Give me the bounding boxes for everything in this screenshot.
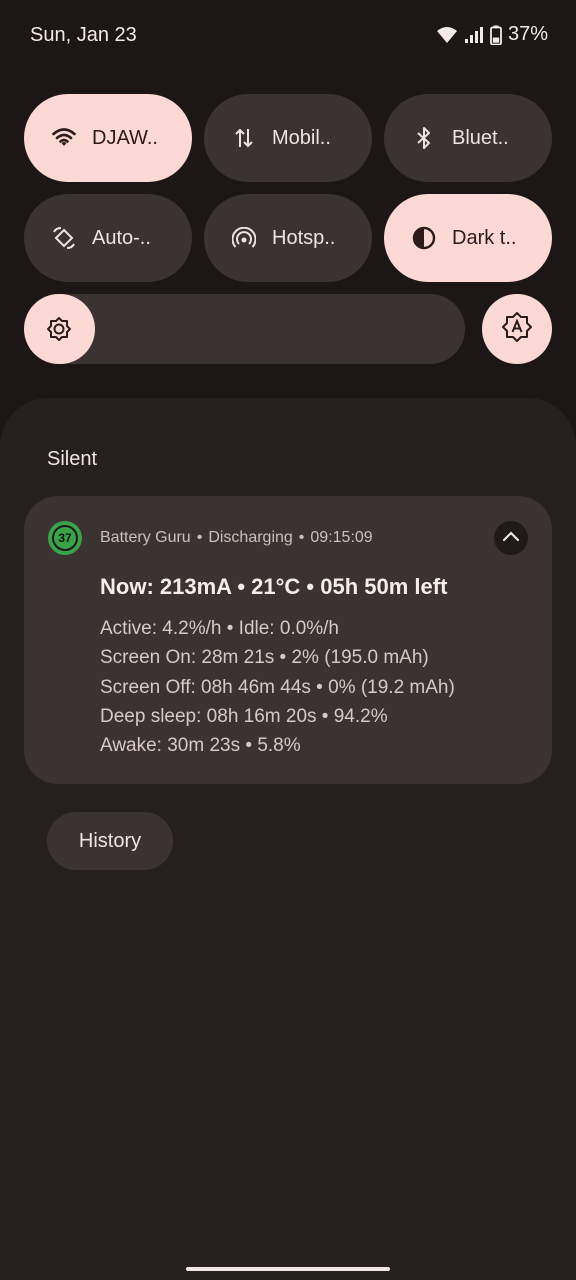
auto-rotate-icon	[52, 226, 76, 250]
notification-time: 09:15:09	[310, 529, 373, 546]
notification-line: Awake: 30m 23s • 5.8%	[100, 735, 301, 757]
history-button[interactable]: History	[47, 812, 173, 870]
battery-icon	[490, 25, 502, 45]
hotspot-icon	[232, 226, 256, 250]
collapse-button[interactable]	[494, 521, 528, 555]
tile-label: Bluet..	[452, 126, 509, 149]
cellular-signal-icon	[464, 26, 484, 44]
tile-label: Hotsp..	[272, 226, 336, 249]
status-bar: Sun, Jan 23 37%	[0, 0, 576, 72]
wifi-icon	[436, 26, 458, 44]
mobile-data-icon	[232, 126, 256, 150]
chevron-up-icon	[502, 529, 520, 547]
tile-dark-theme[interactable]: Dark t..	[384, 194, 552, 282]
brightness-slider[interactable]	[24, 294, 465, 364]
app-name: Battery Guru	[100, 529, 191, 546]
tile-label: DJAW..	[92, 126, 158, 149]
brightness-icon	[46, 316, 72, 342]
notification-state: Discharging	[208, 529, 293, 546]
notification-line: Screen On: 28m 21s • 2% (195.0 mAh)	[100, 647, 429, 669]
section-title-silent: Silent	[47, 448, 98, 470]
status-icons: 37%	[436, 23, 548, 46]
wifi-icon	[52, 126, 76, 150]
battery-percent: 37%	[507, 23, 548, 45]
tile-wifi[interactable]: DJAW..	[24, 94, 192, 182]
notification-line: Deep sleep: 08h 16m 20s • 94.2%	[100, 705, 388, 727]
tile-hotspot[interactable]: Hotsp..	[204, 194, 372, 282]
tile-auto-rotate[interactable]: Auto-..	[24, 194, 192, 282]
tile-bluetooth[interactable]: Bluet..	[384, 94, 552, 182]
tile-label: Auto-..	[92, 226, 151, 249]
notification-line: Screen Off: 08h 46m 44s • 0% (19.2 mAh)	[100, 676, 455, 698]
separator-dot: •	[196, 529, 203, 546]
tile-label: Mobil..	[272, 126, 331, 149]
separator-dot: •	[298, 529, 305, 546]
home-indicator[interactable]	[186, 1267, 390, 1271]
notification-title: Now: 213mA • 21°C • 05h 50m left	[100, 574, 448, 599]
bluetooth-icon	[412, 126, 436, 150]
tile-mobile-data[interactable]: Mobil..	[204, 94, 372, 182]
auto-brightness-icon	[501, 311, 533, 348]
auto-brightness-button[interactable]	[482, 294, 552, 364]
notification-body: Active: 4.2%/h • Idle: 0.0%/h Screen On:…	[100, 614, 455, 760]
dark-theme-icon	[412, 226, 436, 250]
status-date: Sun, Jan 23	[30, 24, 137, 46]
app-icon-badge: 37	[52, 525, 78, 551]
notification-header: Battery Guru • Discharging • 09:15:09	[100, 529, 373, 547]
notification-line: Active: 4.2%/h • Idle: 0.0%/h	[100, 618, 340, 639]
app-icon: 37	[48, 521, 82, 555]
notification-card[interactable]: 37 Battery Guru • Discharging • 09:15:09…	[24, 496, 552, 784]
tile-label: Dark t..	[452, 226, 517, 249]
